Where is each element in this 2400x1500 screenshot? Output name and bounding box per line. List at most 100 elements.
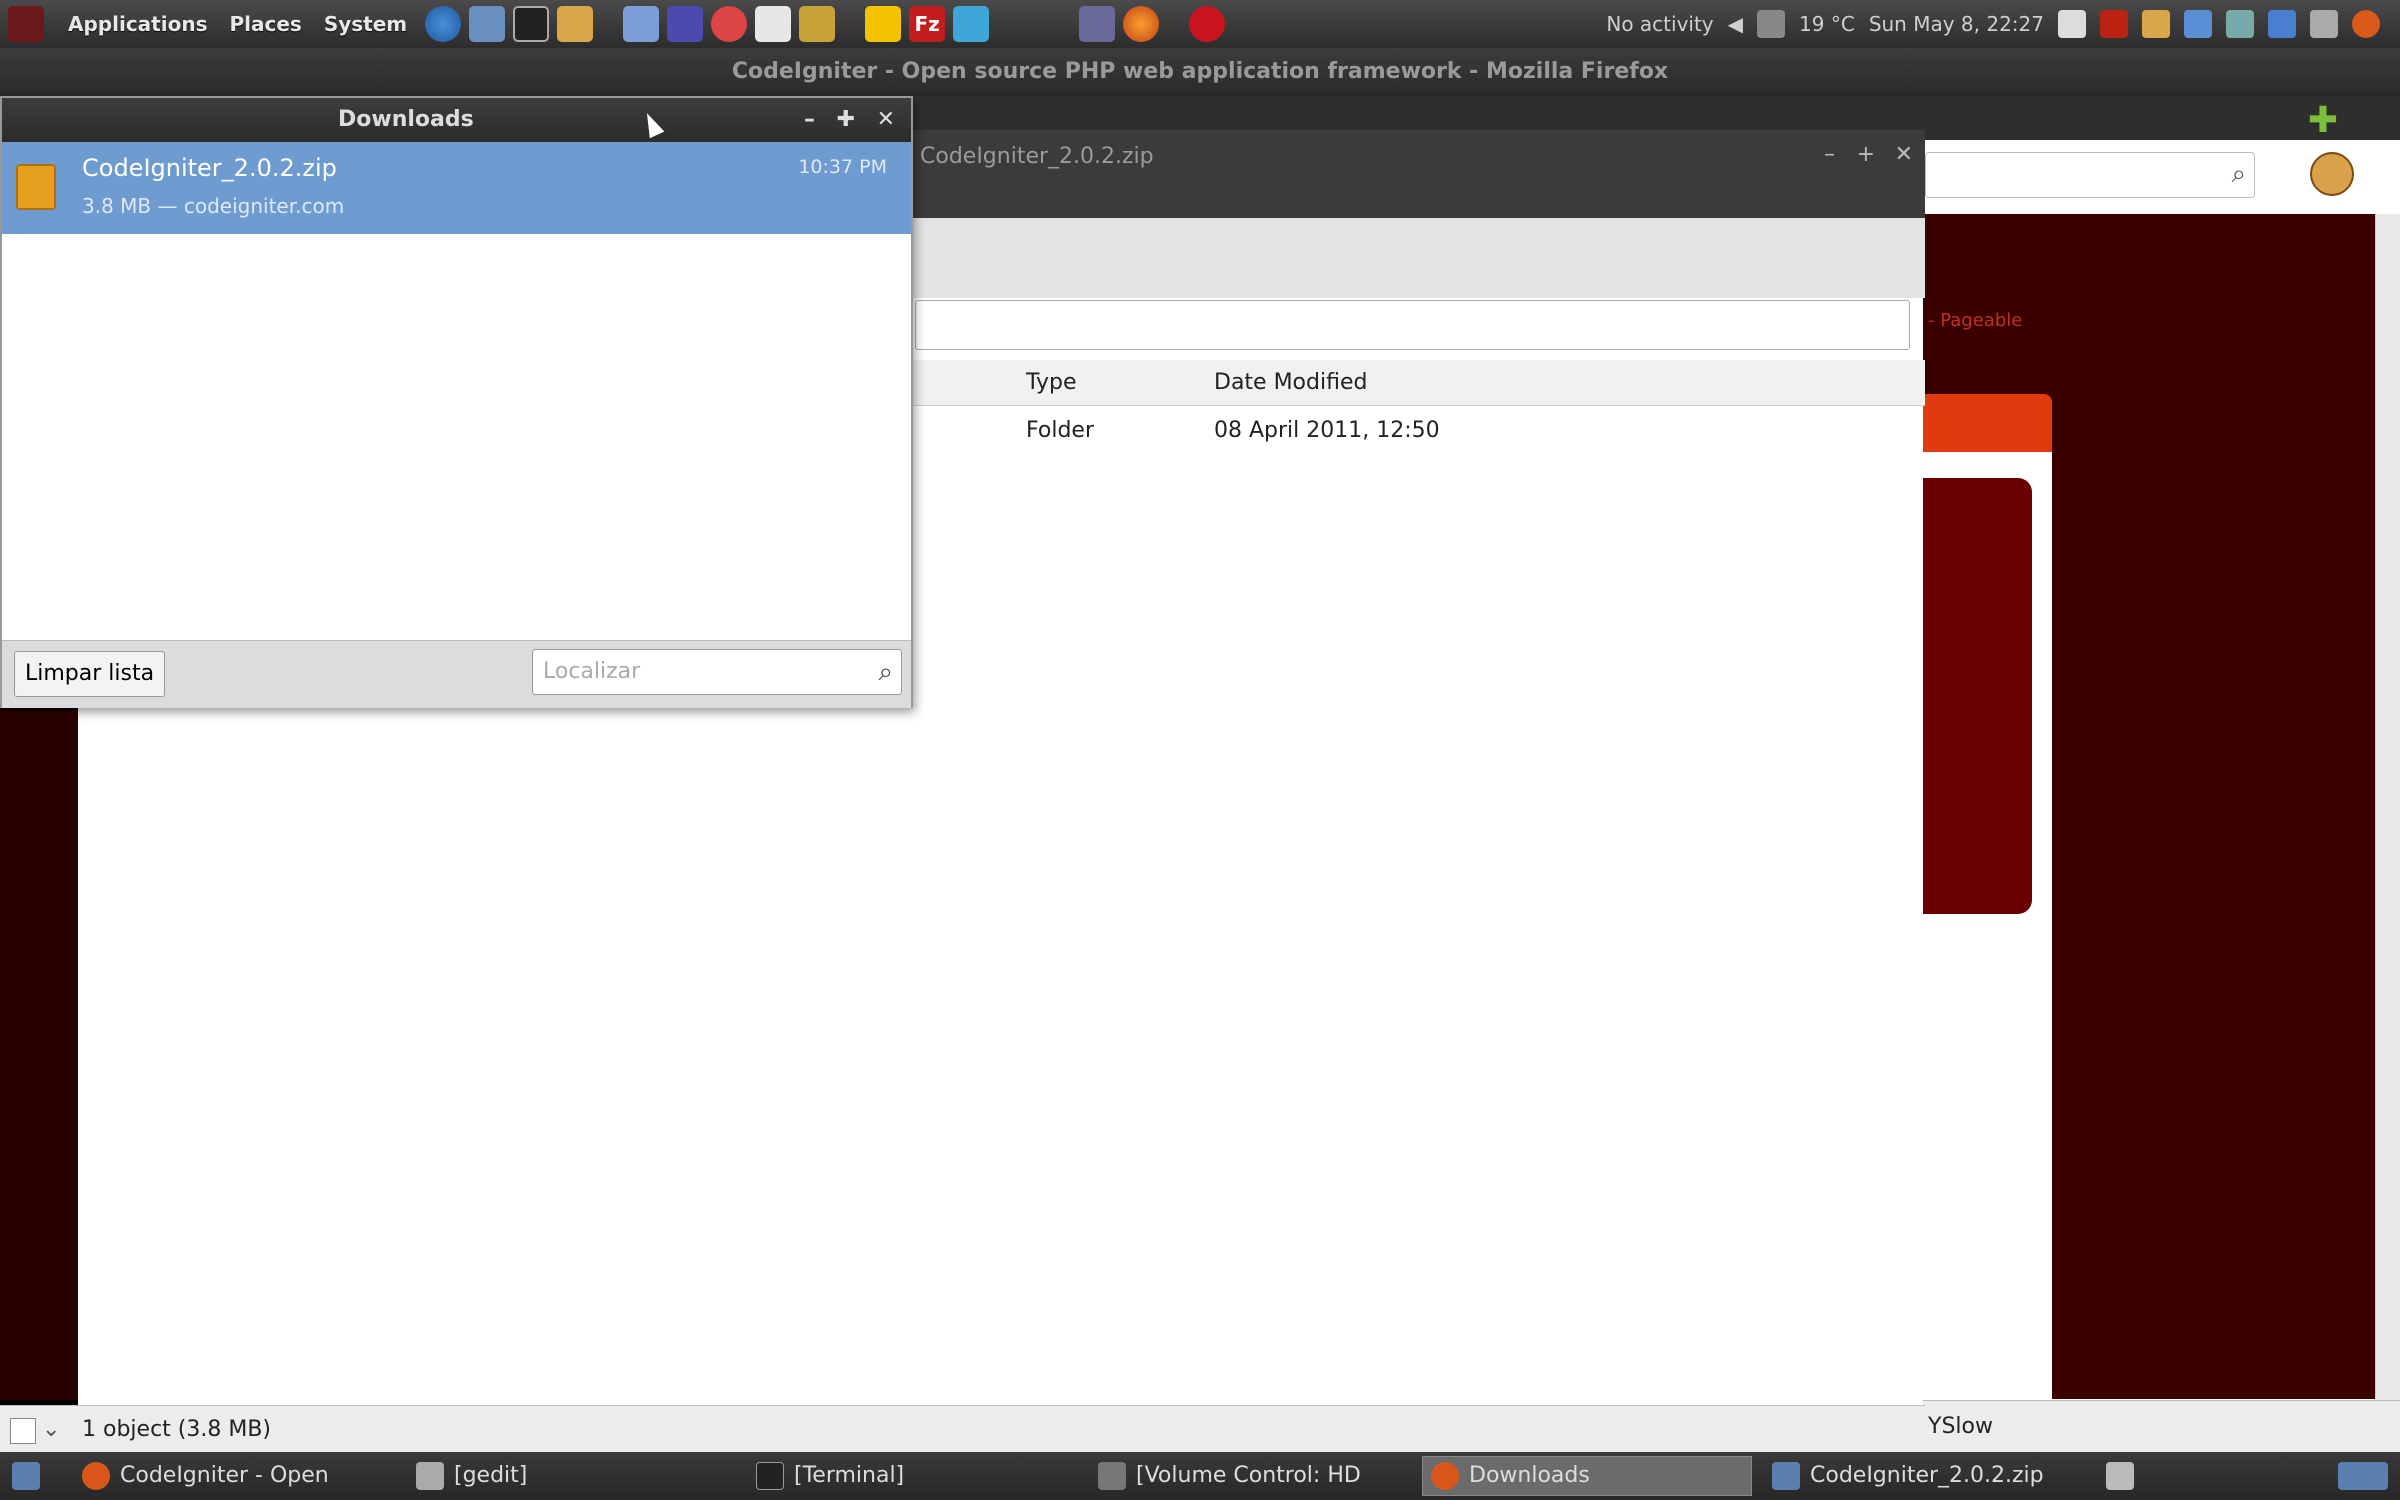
taskbar-label: CodeIgniter_2.0.2.zip	[1810, 1463, 2044, 1488]
flash-launcher-icon[interactable]	[953, 6, 990, 42]
workspace-switcher[interactable]	[2330, 1456, 2396, 1496]
firefox-titlebar: CodeIgniter - Open source PHP web applic…	[0, 48, 2400, 96]
desktop-icon	[12, 1462, 40, 1490]
downloads-search-input[interactable]: Localizar ⌕	[532, 649, 902, 695]
taskbar-label: [Terminal]	[794, 1463, 905, 1488]
terminal-launcher-icon[interactable]	[513, 6, 550, 42]
firefox-launcher-icon[interactable]	[1123, 6, 1160, 42]
close-icon[interactable]: ✕	[877, 98, 895, 142]
volume-icon[interactable]: ◀	[1728, 12, 1743, 36]
workspace-icon	[2338, 1462, 2388, 1490]
dropbox-tray-icon[interactable]	[2184, 10, 2212, 38]
chevron-down-icon[interactable]: ⌄	[42, 1406, 60, 1454]
archive-statusbar: ⌄ 1 object (3.8 MB)	[0, 1405, 1925, 1453]
archive-titlebar: CodeIgniter_2.0.2.zip – + ✕	[880, 130, 1925, 218]
background-strip	[0, 710, 78, 1400]
greasemonkey-icon[interactable]	[2310, 152, 2354, 196]
system-tray: No activity ◀ 19 °C Sun May 8, 22:27	[1606, 0, 2400, 48]
taskbar-label: Downloads	[1469, 1463, 1590, 1488]
location-bar[interactable]	[915, 300, 1910, 350]
alert-tray-icon[interactable]	[2100, 10, 2128, 38]
new-tab-icon[interactable]: ✚	[2308, 100, 2338, 141]
taskbar-item-active[interactable]: Downloads	[1422, 1456, 1752, 1496]
downloads-footer: Limpar lista Localizar ⌕	[2, 640, 911, 708]
battery-icon[interactable]	[2310, 10, 2338, 38]
column-date-modified[interactable]: Date Modified	[1214, 370, 1367, 395]
maximize-icon[interactable]: +	[1857, 142, 1875, 167]
row-date: 08 April 2011, 12:50	[1214, 418, 1440, 443]
close-icon[interactable]: ✕	[1895, 142, 1913, 167]
file-list-header: Type Date Modified	[880, 360, 1925, 406]
show-desktop-button[interactable]	[4, 1456, 48, 1496]
session-icon[interactable]	[2352, 10, 2380, 38]
update-tray-icon[interactable]	[2226, 10, 2254, 38]
download-filename: CodeIgniter_2.0.2.zip	[82, 154, 337, 182]
eclipse-launcher-icon[interactable]	[667, 6, 704, 42]
mail-launcher-icon[interactable]	[469, 6, 506, 42]
cube-launcher-icon[interactable]	[623, 6, 660, 42]
ubuntu-logo-icon[interactable]	[8, 6, 44, 42]
volume-icon	[1098, 1462, 1126, 1490]
panel-checkbox[interactable]	[10, 1418, 36, 1444]
minimize-icon[interactable]: –	[804, 98, 815, 142]
bottom-panel: CodeIgniter - Open [gedit] [Terminal] [V…	[0, 1452, 2400, 1500]
chrome-launcher-icon[interactable]	[425, 6, 462, 42]
search-icon[interactable]: ⌕	[878, 650, 893, 694]
folder-tray-icon[interactable]	[2142, 10, 2170, 38]
archive-icon	[1772, 1462, 1800, 1490]
download-info: 3.8 MB — codeigniter.com	[82, 194, 345, 218]
table-row[interactable]: Folder 08 April 2011, 12:50	[880, 406, 1925, 456]
downloads-window: Downloads – ✚ ✕ CodeIgniter_2.0.2.zip 3.…	[0, 96, 913, 708]
download-item[interactable]: CodeIgniter_2.0.2.zip 3.8 MB — codeignit…	[2, 142, 911, 234]
yslow-label[interactable]: YSlow	[1928, 1414, 1993, 1439]
zip-archive-icon	[16, 164, 56, 210]
taskbar-item[interactable]: CodeIgniter - Open	[74, 1456, 337, 1496]
activity-status: No activity	[1606, 12, 1714, 36]
menu-system[interactable]: System	[324, 12, 407, 36]
taskbar-label: [Volume Control: HD	[1136, 1463, 1361, 1488]
weather-indicator[interactable]: 19 °C	[1799, 12, 1855, 36]
menu-applications[interactable]: Applications	[68, 12, 207, 36]
trash-icon	[2106, 1462, 2134, 1490]
column-type[interactable]: Type	[1026, 370, 1077, 395]
trash-button[interactable]	[2098, 1456, 2142, 1496]
chart-launcher-icon[interactable]	[1079, 6, 1116, 42]
clock[interactable]: Sun May 8, 22:27	[1869, 12, 2044, 36]
taskbar-item[interactable]: [gedit]	[408, 1456, 535, 1496]
taskbar-item[interactable]: CodeIgniter_2.0.2.zip	[1764, 1456, 2052, 1496]
taskbar-item[interactable]: [Volume Control: HD	[1090, 1456, 1369, 1496]
search-placeholder: Localizar	[543, 659, 641, 684]
archive-toolbar	[880, 218, 1925, 298]
firefox-icon	[1431, 1462, 1459, 1490]
firefox-statusbar: YSlow	[1920, 1400, 2400, 1452]
menu-places[interactable]: Places	[229, 12, 301, 36]
opera-launcher-icon[interactable]	[1189, 6, 1226, 42]
gedit-icon	[416, 1462, 444, 1490]
page-scrollbar[interactable]	[2375, 214, 2400, 1400]
filezilla-launcher-icon[interactable]: Fz	[909, 6, 946, 42]
taskbar-item[interactable]: [Terminal]	[748, 1456, 912, 1496]
network-signal-icon[interactable]	[2268, 10, 2296, 38]
top-panel: Applications Places System Fz No activit…	[0, 0, 2400, 48]
files-launcher-icon[interactable]	[557, 6, 594, 42]
download-time: 10:37 PM	[798, 156, 887, 178]
site-nav-link[interactable]: - Pageable	[1928, 310, 2022, 331]
object-count: 1 object (3.8 MB)	[82, 1417, 271, 1442]
minimize-icon[interactable]: –	[1824, 142, 1835, 167]
terminal-icon	[756, 1462, 784, 1490]
notes-launcher-icon[interactable]	[755, 6, 792, 42]
firefox-search-input[interactable]: ⌕	[1925, 152, 2255, 198]
taskbar-label: [gedit]	[454, 1463, 528, 1488]
keyring-launcher-icon[interactable]	[865, 6, 902, 42]
gimp-launcher-icon[interactable]	[799, 6, 836, 42]
notes-tray-icon[interactable]	[2058, 10, 2086, 38]
downloads-title: Downloads	[338, 107, 474, 132]
search-icon[interactable]: ⌕	[2231, 159, 2246, 190]
settings-launcher-icon[interactable]	[711, 6, 748, 42]
keyboard-icon[interactable]	[1757, 10, 1786, 38]
maximize-icon[interactable]: ✚	[837, 98, 855, 142]
clear-list-button[interactable]: Limpar lista	[14, 651, 166, 697]
taskbar-label: CodeIgniter - Open	[120, 1463, 329, 1488]
downloads-titlebar[interactable]: Downloads – ✚ ✕	[2, 98, 911, 142]
site-red-box	[1920, 478, 2032, 914]
